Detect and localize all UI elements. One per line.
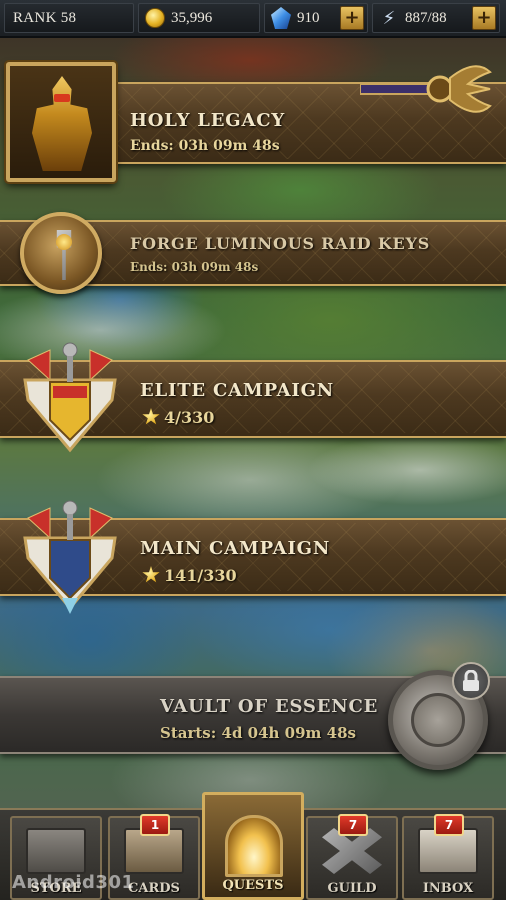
vault-title: VAULT OF ESSENCE [160,696,379,717]
energy-bolt-icon: ⚡ [382,7,396,29]
main-shield-icon [23,500,117,614]
nav-inbox[interactable]: 7 INBOX [402,814,494,900]
cards-notification-badge: 1 [140,814,170,836]
forge-title: FORGE LUMINOUS RAID KEYS [130,234,431,253]
gold-coin-icon [145,8,165,28]
buy-energy-button[interactable]: + [472,6,496,30]
main-campaign-progress: 141/330 [164,566,237,585]
golden-knight-icon [32,76,92,171]
resource-bar: RANK 58 35,996 910 + ⚡ 887/88 + [0,0,506,38]
holy-legacy-timer: Ends: 03h 09m 48s [130,138,280,154]
nav-guild[interactable]: 7 GUILD [306,814,398,900]
quests-gate-icon [225,815,283,877]
star-icon [142,408,160,425]
watermark: Android301 [12,872,135,893]
nav-quests-label: QUESTS [222,878,284,893]
holy-legacy-title: HOLY LEGACY [130,110,285,131]
treasure-chest-icon [26,828,86,874]
elite-campaign-progress: 4/330 [164,408,215,427]
holy-legacy-portrait[interactable] [6,62,116,182]
energy-amount: 887/88 [405,9,447,26]
lock-icon [452,662,490,700]
gold-amount: 35,996 [171,9,213,26]
rank-display: RANK 58 [4,3,134,33]
key-orb-icon [56,234,72,250]
rank-label: RANK 58 [13,9,77,26]
energy-display: ⚡ 887/88 + [372,3,500,33]
gems-display: 910 + [264,3,368,33]
guild-notification-badge: 7 [338,814,368,836]
vault-timer: Starts: 4d 04h 09m 48s [160,724,356,742]
buy-gems-button[interactable]: + [340,6,364,30]
gem-icon [271,7,291,29]
gems-amount: 910 [297,9,320,26]
sword-icon [360,65,492,113]
elite-shield-icon [23,342,117,453]
raid-key-medallion[interactable] [20,212,102,294]
elite-campaign-title: ELITE CAMPAIGN [140,380,335,401]
nav-quests[interactable]: QUESTS [202,792,304,900]
vault-dial [411,693,465,747]
star-icon [142,566,160,583]
knight-visor [54,94,70,102]
forge-timer: Ends: 03h 09m 48s [130,260,259,274]
nav-guild-label: GUILD [327,881,377,896]
main-campaign-title: MAIN CAMPAIGN [140,538,331,559]
nav-inbox-label: INBOX [422,881,474,896]
inbox-notification-badge: 7 [434,814,464,836]
gold-display: 35,996 [138,3,260,33]
